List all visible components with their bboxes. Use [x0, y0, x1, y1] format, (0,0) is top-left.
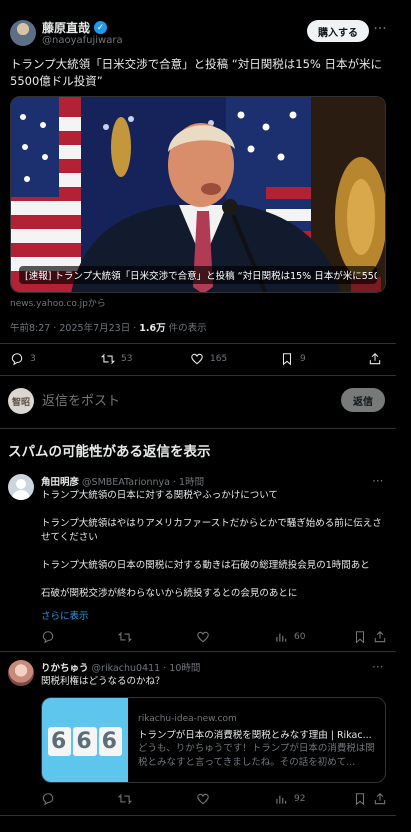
- tweet-text: トランプ大統領「日米交渉で合意」と投稿 “対日関税は15% 日本が米に5500億…: [10, 57, 382, 88]
- tweet-timestamp: 午前8:27 · 2025年7月23日 · 1.6万 件の表示: [10, 320, 207, 334]
- share-icon: [369, 353, 381, 365]
- views-action[interactable]: 60: [274, 630, 305, 644]
- reply-action[interactable]: [41, 630, 55, 644]
- current-user-avatar[interactable]: 智昭: [8, 388, 34, 414]
- reply-line: [41, 503, 386, 517]
- more-options-icon[interactable]: ···: [372, 22, 388, 38]
- more-options-icon[interactable]: ···: [372, 660, 383, 674]
- share-action[interactable]: [368, 352, 382, 366]
- reply-line: トランプ大統領の日本に対する関税やふっかけについて: [41, 490, 278, 501]
- reply-avatar[interactable]: [8, 660, 34, 686]
- author-avatar[interactable]: [10, 20, 36, 46]
- reply-header: りかちゅう @rikachu0411 · 10時間: [41, 660, 200, 674]
- author-name-text[interactable]: 藤原直哉: [42, 19, 90, 36]
- show-more-link[interactable]: さらに表示: [41, 608, 89, 622]
- retweet-count: 53: [121, 354, 133, 364]
- media-caption: [速報] トランプ大統領「日米交渉で合意」と投稿 “対日関税は15% 日本が米に…: [19, 266, 377, 284]
- retweet-action[interactable]: 53: [101, 352, 132, 366]
- reply-line: [41, 573, 386, 587]
- spam-replies-heading[interactable]: スパムの可能性がある返信を表示: [8, 440, 211, 460]
- thumb-digit: 6: [98, 726, 122, 756]
- bookmark-count: 9: [300, 354, 306, 364]
- views-count: 1.6万: [139, 323, 166, 334]
- bookmark-icon: [355, 793, 365, 806]
- thumb-digit: 6: [48, 726, 72, 756]
- reply-action[interactable]: [41, 792, 55, 806]
- reply-author-name[interactable]: りかちゅう: [41, 663, 89, 674]
- like-action[interactable]: [196, 630, 210, 644]
- reply-author-handle[interactable]: @SMBEATarionnya: [82, 477, 170, 488]
- reply-icon: [11, 353, 23, 366]
- link-thumbnail: 6 6 6: [42, 698, 128, 782]
- like-action[interactable]: [196, 792, 210, 806]
- retweet-icon: [118, 631, 132, 643]
- heart-icon: [191, 353, 203, 365]
- views-count: 60: [294, 632, 306, 642]
- link-domain: rikachu-idea-new.com: [138, 714, 237, 724]
- reply-icon: [42, 631, 54, 644]
- retweet-icon: [101, 353, 115, 365]
- author-name[interactable]: 藤原直哉 ✓: [42, 19, 108, 36]
- reply-button[interactable]: 返信: [341, 388, 385, 412]
- link-preview-card[interactable]: 6 6 6 rikachu-idea-new.com トランプが日本の消費税を関…: [41, 697, 386, 783]
- tweet-media-image[interactable]: [速報] トランプ大統領「日米交渉で合意」と投稿 “対日関税は15% 日本が米に…: [10, 96, 386, 293]
- buy-button[interactable]: 購入する: [307, 20, 369, 42]
- link-description: どうも、りかちゅうです！トランプが日本の消費税は関税とみなすと言ってきましたね。…: [138, 743, 375, 768]
- share-action[interactable]: [373, 630, 387, 644]
- retweet-action[interactable]: [118, 630, 132, 644]
- reply-line: 石破が関税交渉が終わらないから続投するとの会見のあとに: [41, 588, 298, 599]
- divider: [0, 428, 396, 429]
- bookmark-action[interactable]: 9: [280, 352, 306, 366]
- share-icon: [374, 631, 386, 643]
- tweet-time[interactable]: 午前8:27 · 2025年7月23日 ·: [10, 323, 136, 334]
- reply-icon: [42, 793, 54, 806]
- reply-action[interactable]: 3: [10, 352, 36, 366]
- bookmark-action[interactable]: [353, 792, 367, 806]
- reply-time[interactable]: · 1時間: [173, 477, 204, 488]
- bookmark-icon: [282, 353, 292, 366]
- divider: [0, 651, 396, 652]
- more-options-icon[interactable]: ···: [372, 474, 383, 488]
- link-title: トランプが日本の消費税を関税とみなす理由 | Rikac...: [138, 730, 372, 741]
- like-action[interactable]: 165: [190, 352, 227, 366]
- reply-input[interactable]: [42, 390, 292, 412]
- reply-header: 角田明彦 @SMBEATarionnya · 1時間: [41, 474, 204, 488]
- retweet-action[interactable]: [118, 792, 132, 806]
- heart-icon: [197, 631, 209, 643]
- reply-text: 関税利権はどうなるのかね？: [41, 676, 165, 687]
- divider: [0, 375, 396, 376]
- reply-line: トランプ大統領の日本の関税に対する動きは石破の総理続投会見の1時間あと: [41, 560, 370, 571]
- author-handle[interactable]: @naoyafujiwara: [42, 35, 123, 46]
- reply-line: [41, 545, 386, 559]
- reply-line: トランプ大統領はやはりアメリカファーストだからとかで騒ぎ始める前に伝えさせてくだ…: [41, 518, 382, 543]
- share-icon: [374, 793, 386, 805]
- reply-time[interactable]: · 10時間: [163, 663, 200, 674]
- verified-badge-icon: ✓: [94, 21, 108, 34]
- bookmark-icon: [355, 631, 365, 644]
- reply-author-handle[interactable]: @rikachu0411: [92, 663, 161, 674]
- reply-avatar[interactable]: [8, 474, 34, 500]
- reply-text: トランプ大統領の日本に対する関税やふっかけについて トランプ大統領はやはりアメリ…: [41, 489, 386, 601]
- views-count: 92: [294, 794, 306, 804]
- analytics-icon: [276, 795, 287, 804]
- reply-author-name[interactable]: 角田明彦: [41, 477, 79, 488]
- analytics-icon: [276, 633, 287, 642]
- bookmark-action[interactable]: [353, 630, 367, 644]
- like-count: 165: [210, 354, 228, 364]
- press-conference-image: [11, 97, 385, 292]
- thumb-digit: 6: [73, 726, 97, 756]
- views-action[interactable]: 92: [274, 792, 305, 806]
- views-label: 件の表示: [168, 323, 207, 334]
- reply-count: 3: [30, 354, 36, 364]
- share-action[interactable]: [373, 792, 387, 806]
- divider: [0, 343, 396, 344]
- heart-icon: [197, 793, 209, 805]
- retweet-icon: [118, 793, 132, 805]
- divider: [0, 815, 396, 816]
- source-link[interactable]: news.yahoo.co.jpから: [10, 296, 106, 309]
